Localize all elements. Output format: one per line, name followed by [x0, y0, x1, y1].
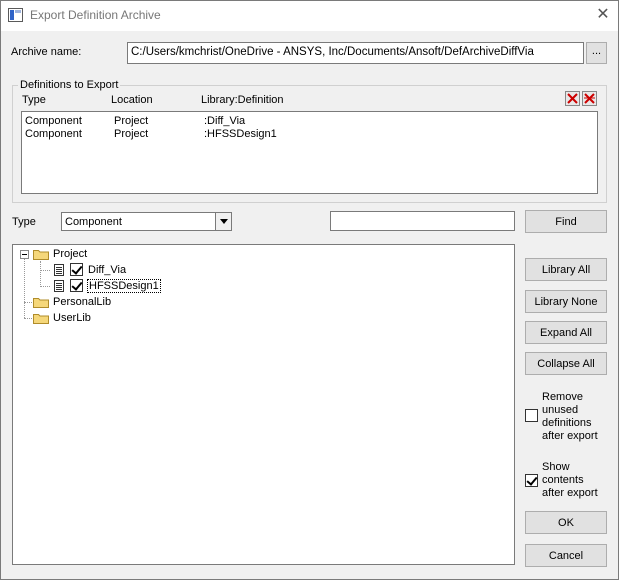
remove-unused-line: unused: [542, 404, 579, 416]
find-button[interactable]: Find: [525, 210, 607, 233]
row-location: Project: [114, 115, 149, 127]
library-all-button[interactable]: Library All: [525, 258, 607, 281]
tree-line: [24, 318, 32, 319]
expand-all-button[interactable]: Expand All: [525, 321, 607, 344]
type-select-value: Component: [65, 216, 122, 228]
show-contents-line: Show: [542, 461, 570, 473]
archive-name-label: Archive name:: [11, 46, 82, 58]
tree-line: [40, 270, 50, 271]
delete-all-icon: [584, 93, 595, 104]
remove-unused-checkbox[interactable]: [525, 409, 538, 422]
tree-line: [40, 261, 41, 287]
definitions-list[interactable]: Component Project :Diff_Via Component Pr…: [21, 111, 598, 194]
row-type: Component: [25, 115, 82, 127]
tree-line: [40, 286, 50, 287]
diff-via-checkbox[interactable]: [70, 263, 83, 276]
document-icon: [54, 264, 64, 276]
hfss-design1-checkbox[interactable]: [70, 279, 83, 292]
ok-button[interactable]: OK: [525, 511, 607, 534]
collapse-all-button[interactable]: Collapse All: [525, 352, 607, 375]
row-type: Component: [25, 128, 82, 140]
collapse-icon[interactable]: [20, 250, 29, 259]
remove-unused-line: definitions: [542, 417, 592, 429]
tree-node-hfss-design1[interactable]: HFSSDesign1: [87, 279, 161, 293]
archive-name-input[interactable]: C:/Users/kmchrist/OneDrive - ANSYS, Inc/…: [127, 42, 584, 64]
cancel-button[interactable]: Cancel: [525, 544, 607, 567]
search-input[interactable]: [330, 211, 515, 231]
column-header-location: Location: [111, 94, 153, 106]
close-icon[interactable]: ✕: [592, 4, 614, 26]
row-location: Project: [114, 128, 149, 140]
tree-node-diff-via[interactable]: Diff_Via: [88, 264, 126, 276]
remove-unused-line: after export: [542, 430, 598, 442]
tree-node-project[interactable]: Project: [53, 248, 87, 260]
tree-line: [24, 259, 25, 318]
type-label: Type: [12, 216, 36, 228]
definition-tree[interactable]: Project Diff_Via HFSSDesign1 PersonalLib…: [12, 244, 515, 565]
folder-icon: [33, 314, 49, 324]
folder-icon: [33, 298, 49, 308]
remove-unused-label: Remove unused definitions after export: [542, 391, 612, 443]
chevron-down-icon[interactable]: [215, 213, 231, 230]
show-contents-line: after export: [542, 487, 598, 499]
show-contents-checkbox[interactable]: [525, 474, 538, 487]
tree-line: [24, 302, 32, 303]
delete-all-button[interactable]: [582, 91, 597, 106]
row-definition: :Diff_Via: [204, 115, 246, 127]
definitions-group-legend: Definitions to Export: [18, 79, 121, 91]
delete-icon: [567, 93, 578, 104]
folder-icon: [33, 250, 49, 260]
window-icon: [8, 8, 23, 22]
remove-unused-line: Remove: [542, 391, 583, 403]
column-header-type: Type: [22, 94, 46, 106]
show-contents-label: Show contents after export: [542, 461, 612, 500]
show-contents-line: contents: [542, 474, 584, 486]
document-icon: [54, 280, 64, 292]
row-definition: :HFSSDesign1: [204, 128, 277, 140]
type-select[interactable]: Component: [61, 212, 232, 231]
column-header-definition: Library:Definition: [201, 94, 284, 106]
delete-selected-button[interactable]: [565, 91, 580, 106]
tree-node-personal-lib[interactable]: PersonalLib: [53, 296, 111, 308]
tree-node-user-lib[interactable]: UserLib: [53, 312, 91, 324]
browse-button[interactable]: ...: [586, 42, 607, 64]
window-title: Export Definition Archive: [30, 8, 161, 22]
library-none-button[interactable]: Library None: [525, 290, 607, 313]
